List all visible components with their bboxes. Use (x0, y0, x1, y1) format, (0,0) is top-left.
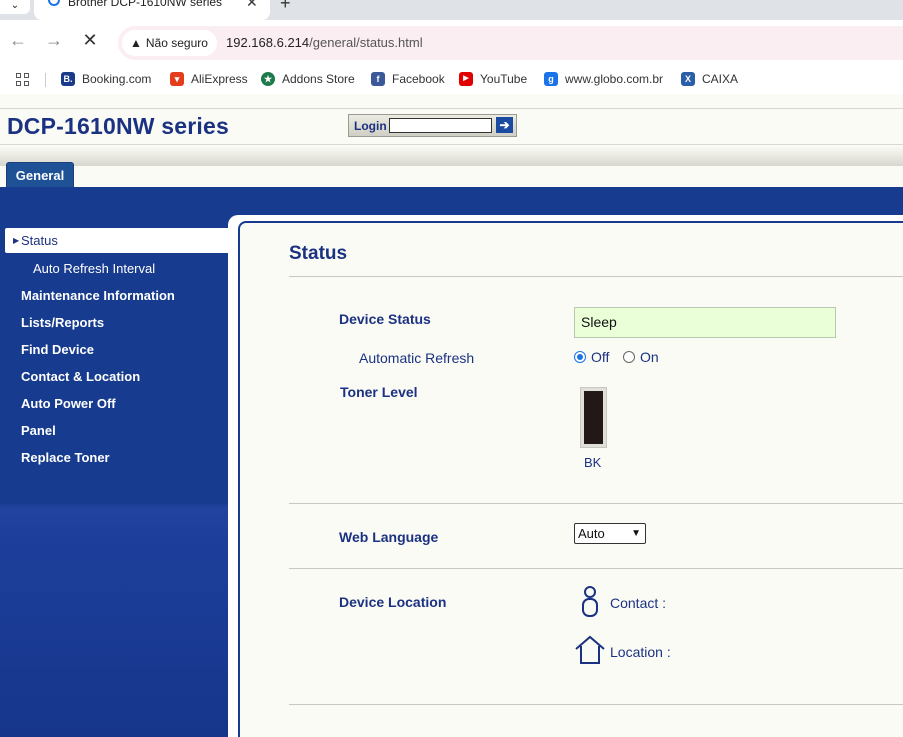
sidebar-item-replace-toner[interactable]: Replace Toner (21, 450, 110, 465)
login-password-input[interactable] (389, 118, 492, 133)
url-path: /general/status.html (309, 35, 423, 50)
content-frame: Status Device Status Sleep Automatic Ref… (228, 215, 903, 737)
printer-web-page: DCP-1610NW series Login ➔ General ▶ Statu… (0, 94, 903, 737)
status-panel: Status Device Status Sleep Automatic Ref… (238, 221, 903, 737)
apps-grid-icon[interactable] (16, 73, 30, 87)
bookmark-addons-store[interactable]: ★ Addons Store (261, 72, 355, 86)
browser-toolbar: ← → ✕ ▲ Não seguro 192.168.6.214/general/… (0, 20, 903, 66)
refresh-on-radio[interactable]: On (623, 349, 659, 365)
bookmark-youtube[interactable]: ▶ YouTube (459, 72, 527, 86)
browser-tabstrip: ⌄ Brother DCP-1610NW series ✕ + (0, 0, 903, 20)
close-tab-icon[interactable]: ✕ (246, 0, 258, 11)
youtube-icon: ▶ (459, 72, 473, 86)
browser-tab[interactable]: Brother DCP-1610NW series ✕ (34, 0, 270, 20)
login-submit-button[interactable]: ➔ (496, 117, 513, 133)
bookmark-label: YouTube (480, 72, 528, 86)
select-value: Auto (578, 526, 605, 541)
sidebar-item-label: Status (21, 233, 58, 248)
caixa-icon: X (681, 72, 695, 86)
bookmark-label: Facebook (392, 72, 445, 86)
aliexpress-icon: ▾ (170, 72, 184, 86)
sidebar-item-status[interactable]: ▶ Status (5, 228, 228, 253)
device-location-label: Device Location (339, 594, 447, 610)
tab-title: Brother DCP-1610NW series (68, 0, 223, 9)
back-arrow-icon[interactable]: ← (6, 30, 30, 51)
web-language-select[interactable]: Auto ▼ (574, 523, 646, 544)
model-title: DCP-1610NW series (7, 113, 230, 139)
loading-spinner-icon (48, 0, 60, 6)
bookmark-facebook[interactable]: f Facebook (371, 72, 445, 86)
bookmark-caixa[interactable]: X CAIXA (681, 72, 738, 86)
sidebar-item-panel[interactable]: Panel (21, 423, 56, 438)
nav-band (0, 187, 903, 217)
device-status-value: Sleep (574, 307, 836, 338)
device-status-label: Device Status (339, 311, 431, 327)
bookmark-booking[interactable]: B. Booking.com (61, 72, 151, 86)
security-label: Não seguro (145, 36, 208, 50)
forward-arrow-icon[interactable]: → (42, 30, 66, 51)
bookmark-aliexpress[interactable]: ▾ AliExpress (170, 72, 248, 86)
content-area: Status Device Status Sleep Automatic Ref… (228, 215, 903, 737)
sidebar-item-auto-refresh-interval[interactable]: Auto Refresh Interval (33, 261, 155, 276)
bookmark-label: CAIXA (702, 72, 739, 86)
person-icon (582, 586, 598, 617)
url-text[interactable]: 192.168.6.214/general/status.html (226, 35, 423, 50)
refresh-off-radio[interactable]: Off (574, 349, 609, 365)
bookmark-label: Booking.com (82, 72, 152, 86)
toner-level-label: Toner Level (340, 384, 418, 400)
radio-label: On (640, 349, 659, 365)
header-gradient (0, 146, 903, 166)
sidebar-item-find-device[interactable]: Find Device (21, 342, 94, 357)
login-panel: Login ➔ (348, 114, 517, 137)
home-icon (575, 635, 605, 664)
toner-color-label: BK (584, 455, 602, 470)
sidebar-item-auto-power-off[interactable]: Auto Power Off (21, 396, 116, 411)
chevron-down-icon: ⌄ (10, 0, 20, 11)
radio-label: Off (591, 349, 610, 365)
contact-label: Contact : (610, 595, 667, 611)
tab-search-button[interactable]: ⌄ (0, 0, 30, 14)
title-divider (289, 276, 903, 277)
arrow-right-icon: ▶ (13, 236, 20, 245)
warning-icon: ▲ (130, 36, 142, 50)
bookmarks-divider (45, 73, 46, 87)
page-title: Status (289, 243, 348, 264)
bookmark-globo[interactable]: g www.globo.com.br (544, 72, 663, 86)
addons-icon: ★ (261, 72, 275, 86)
header-divider (0, 144, 903, 145)
facebook-icon: f (371, 72, 385, 86)
web-language-label: Web Language (339, 529, 439, 545)
bookmark-label: Addons Store (282, 72, 355, 86)
sidebar-item-contact-location[interactable]: Contact & Location (21, 369, 140, 384)
stop-loading-icon[interactable]: ✕ (78, 30, 102, 51)
location-label: Location : (610, 644, 671, 660)
section-divider (289, 503, 903, 504)
automatic-refresh-label: Automatic Refresh (359, 350, 475, 366)
toner-gauge (580, 387, 607, 448)
bookmark-label: AliExpress (191, 72, 248, 86)
new-tab-button[interactable]: + (280, 0, 291, 14)
radio-unselected-icon (623, 351, 635, 363)
sidebar-item-maintenance-information[interactable]: Maintenance Information (21, 288, 175, 303)
toner-fill (584, 391, 603, 444)
login-label: Login (354, 119, 387, 133)
radio-selected-icon (574, 351, 586, 363)
bookmark-label: www.globo.com.br (565, 72, 664, 86)
tab-general[interactable]: General (6, 162, 74, 188)
chevron-down-icon: ▼ (631, 528, 641, 539)
section-divider (289, 568, 903, 569)
header-divider (0, 108, 903, 109)
sidebar-item-lists-reports[interactable]: Lists/Reports (21, 315, 104, 330)
address-bar[interactable]: ▲ Não seguro 192.168.6.214/general/status… (118, 26, 903, 60)
security-chip[interactable]: ▲ Não seguro (122, 30, 217, 56)
sidebar: ▶ Status Auto Refresh Interval Maintenanc… (0, 217, 228, 737)
globo-icon: g (544, 72, 558, 86)
section-divider (289, 704, 903, 705)
bookmarks-bar: B. Booking.com ▾ AliExpress ★ Addons Store … (0, 66, 903, 94)
booking-icon: B. (61, 72, 75, 86)
url-host: 192.168.6.214 (226, 35, 310, 50)
